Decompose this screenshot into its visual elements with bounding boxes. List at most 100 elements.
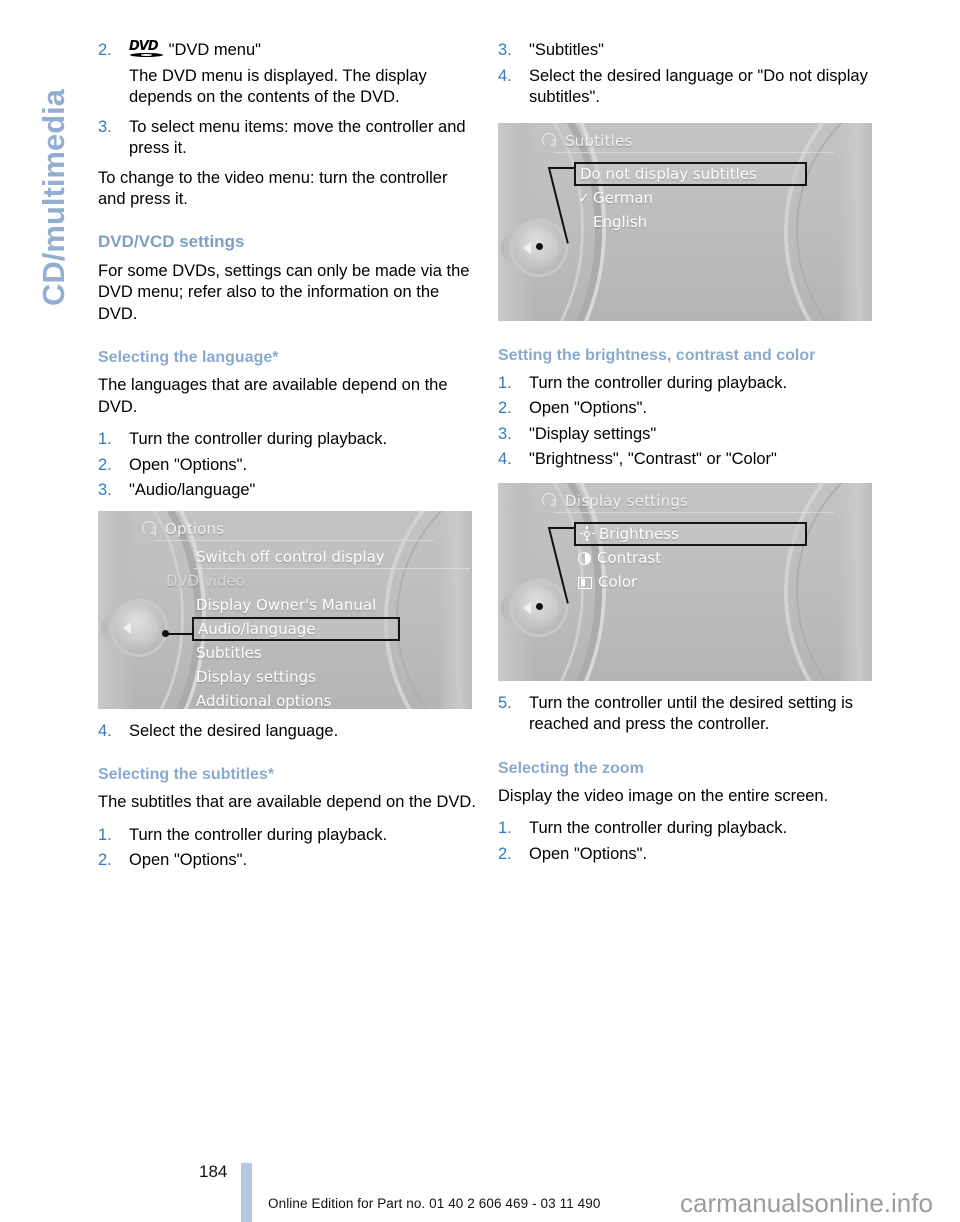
step-item: 1. Turn the controller during playback. (98, 429, 476, 451)
step-text: Turn the controller during playback. (129, 430, 388, 448)
menu-item-audio-language[interactable]: Audio/language (192, 616, 400, 641)
footer-accent-bar (241, 1163, 252, 1222)
leader-dot (536, 242, 543, 250)
left-arrow-icon (523, 601, 531, 614)
cd-note-icon: ♫ (542, 133, 558, 149)
subtitle-steps-continued: 3. "Subtitles" 4. Select the desired lan… (498, 40, 876, 109)
step-text: "Subtitles" (529, 41, 604, 59)
step-item: 1. Turn the controller during playback. (498, 373, 876, 395)
step-number: 1. (498, 373, 512, 392)
language-steps: 1. Turn the controller during playback. … (98, 429, 476, 502)
menu-item-color[interactable]: Color (576, 570, 828, 594)
step-number: 3. (98, 481, 112, 499)
step-number: 2. (498, 399, 512, 417)
heading-selecting-language: Selecting the language* (98, 349, 279, 366)
step-item: 2. DVD "DVD menu" The DVD menu is displa… (98, 40, 476, 109)
subtitles-paragraph: The subtitles that are available depend … (98, 793, 476, 811)
menu-item-label: Brightness (599, 524, 679, 543)
step-text: "Brightness", "Contrast" or "Color" (529, 450, 777, 468)
watermark-text: carmanualsonline.info (680, 1188, 933, 1218)
footer-edition-text: Online Edition for Part no. 01 40 2 606 … (268, 1196, 601, 1211)
heading-dvd-vcd-settings: DVD/VCD settings (98, 231, 245, 251)
step-item: 1. Turn the controller during playback. (98, 825, 476, 847)
step-text: Turn the controller during playback. (529, 373, 788, 392)
heading-setting-brightness: Setting the brightness, contrast and col… (498, 346, 816, 364)
menu-item-subtitles[interactable]: Subtitles (194, 641, 428, 665)
menu-item-german[interactable]: ✓ German (576, 186, 828, 210)
step-number: 1. (98, 825, 112, 844)
controller-knob[interactable] (101, 598, 168, 657)
contrast-icon (578, 551, 591, 565)
screen-menu-list: Brightness Contrast Color (574, 521, 828, 594)
menu-item-display-settings[interactable]: Display settings (194, 665, 428, 689)
step-number: 2. (98, 455, 112, 474)
step-number: 2. (98, 851, 112, 869)
step-text: Open "Options". (129, 455, 248, 474)
menu-item-do-not-display-subtitles[interactable]: Do not display subtitles (574, 161, 807, 186)
cd-note-icon: ♫ (542, 493, 558, 509)
sun-icon (579, 526, 595, 541)
menu-item-contrast[interactable]: Contrast (576, 546, 828, 570)
step-number: 2. (98, 41, 112, 59)
step-text: "Display settings" (529, 424, 657, 443)
brightness-step-5: 5. Turn the controller until the desired… (498, 693, 876, 736)
leader-line-horizontal (548, 526, 576, 529)
step-item: 2. Open "Options". (98, 455, 476, 477)
menu-item-label: German (593, 188, 654, 207)
chapter-tab: CD/multimedia (0, 0, 90, 320)
menu-item-label: Contrast (597, 548, 662, 567)
settings-paragraph: For some DVDs, settings can only be made… (98, 261, 470, 323)
language-step-4: 4. Select the desired language. (98, 721, 476, 743)
step-number: 4. (498, 66, 512, 85)
screen-header: ♫ Display settings (542, 490, 840, 512)
step-number: 5. (498, 693, 512, 712)
screen-header: ♫ Subtitles (542, 130, 840, 152)
language-paragraph: The languages that are available depend … (98, 376, 448, 416)
step-number: 2. (498, 844, 512, 863)
menu-item-switch-off-control-display[interactable]: Switch off control display (194, 545, 470, 569)
menu-item-dvd-video: DVD video (166, 571, 245, 590)
screen-title: Display settings (565, 491, 689, 510)
step-item: 2. Open "Options". (498, 398, 876, 420)
check-icon: ✓ (578, 190, 590, 207)
right-column: 3. "Subtitles" 4. Select the desired lan… (498, 40, 876, 871)
left-column: 2. DVD "DVD menu" The DVD menu is displa… (98, 40, 476, 878)
step-number: 1. (98, 430, 112, 448)
heading-selecting-subtitles: Selecting the subtitles* (98, 766, 275, 783)
idrive-screenshot-options: ♫ Options Switch off control display DVD… (98, 510, 472, 709)
step-text: Turn the controller until the desired se… (529, 693, 854, 734)
step-text: Open "Options". (529, 399, 648, 417)
chapter-tab-label: CD/multimedia (36, 88, 71, 306)
step-text: Open "Options". (129, 851, 248, 869)
menu-item-additional-options[interactable]: Additional options (194, 689, 428, 709)
step-item: 3. "Display settings" (498, 424, 876, 446)
step-text: Select the desired language or "Do not d… (529, 66, 868, 107)
step-item: 2. Open "Options". (498, 844, 876, 866)
video-menu-paragraph: To change to the video menu: turn the co… (98, 168, 448, 209)
step-text: "Audio/language" (129, 481, 256, 499)
step-text: "DVD menu" (168, 41, 262, 59)
menu-item-label: Color (598, 572, 638, 591)
step-item: 3. "Subtitles" (498, 40, 876, 62)
step-item: 3. To select menu items: move the contro… (98, 117, 476, 160)
menu-item-english[interactable]: English (576, 210, 828, 234)
idrive-screenshot-display-settings: ♫ Display settings Brightness Contrast C… (498, 482, 872, 681)
leader-line (166, 632, 194, 635)
step-item: 2. Open "Options". (98, 850, 476, 872)
step-number: 3. (498, 424, 512, 443)
step-detail: The DVD menu is displayed. The display d… (129, 66, 427, 107)
screen-menu-list: Do not display subtitles ✓ German English (574, 161, 828, 234)
step-text: Turn the controller during playback. (529, 819, 788, 837)
step-item: 4. "Brightness", "Contrast" or "Color" (498, 449, 876, 471)
menu-item-brightness[interactable]: Brightness (574, 521, 807, 546)
brightness-steps: 1. Turn the controller during playback. … (498, 373, 876, 471)
color-icon (578, 576, 592, 589)
step-number: 1. (498, 819, 512, 837)
leader-dot (536, 602, 543, 610)
menu-item-display-owners-manual[interactable]: Display Owner's Manual (194, 593, 428, 617)
screen-title: Subtitles (565, 131, 633, 150)
left-arrow-icon (523, 241, 531, 254)
heading-selecting-zoom: Selecting the zoom (498, 759, 644, 777)
step-item: 1. Turn the controller during playback. (498, 818, 876, 840)
screen-header: ♫ Options (142, 518, 440, 540)
